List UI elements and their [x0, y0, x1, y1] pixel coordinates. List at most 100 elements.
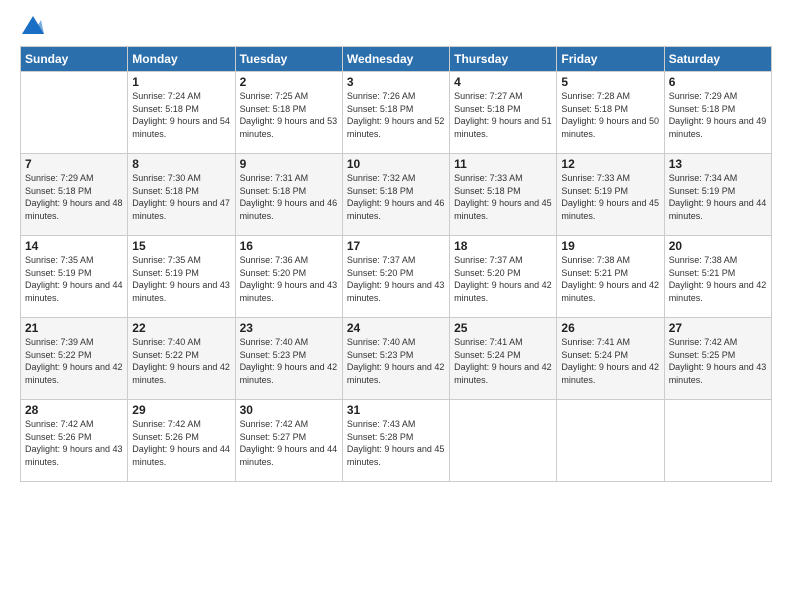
calendar-cell: 2Sunrise: 7:25 AMSunset: 5:18 PMDaylight…: [235, 72, 342, 154]
day-number: 19: [561, 239, 659, 253]
day-info: Sunrise: 7:31 AMSunset: 5:18 PMDaylight:…: [240, 172, 338, 222]
calendar-cell: 21Sunrise: 7:39 AMSunset: 5:22 PMDayligh…: [21, 318, 128, 400]
calendar-cell: 28Sunrise: 7:42 AMSunset: 5:26 PMDayligh…: [21, 400, 128, 482]
calendar-cell: 11Sunrise: 7:33 AMSunset: 5:18 PMDayligh…: [450, 154, 557, 236]
day-number: 29: [132, 403, 230, 417]
calendar-cell: 24Sunrise: 7:40 AMSunset: 5:23 PMDayligh…: [342, 318, 449, 400]
day-number: 7: [25, 157, 123, 171]
day-info: Sunrise: 7:42 AMSunset: 5:26 PMDaylight:…: [25, 418, 123, 468]
day-info: Sunrise: 7:40 AMSunset: 5:23 PMDaylight:…: [240, 336, 338, 386]
header-day-friday: Friday: [557, 47, 664, 72]
day-number: 23: [240, 321, 338, 335]
day-info: Sunrise: 7:29 AMSunset: 5:18 PMDaylight:…: [25, 172, 123, 222]
day-info: Sunrise: 7:34 AMSunset: 5:19 PMDaylight:…: [669, 172, 767, 222]
day-number: 3: [347, 75, 445, 89]
day-number: 1: [132, 75, 230, 89]
day-number: 9: [240, 157, 338, 171]
calendar-week-3: 14Sunrise: 7:35 AMSunset: 5:19 PMDayligh…: [21, 236, 772, 318]
day-info: Sunrise: 7:29 AMSunset: 5:18 PMDaylight:…: [669, 90, 767, 140]
calendar-cell: 8Sunrise: 7:30 AMSunset: 5:18 PMDaylight…: [128, 154, 235, 236]
header-day-saturday: Saturday: [664, 47, 771, 72]
calendar-week-5: 28Sunrise: 7:42 AMSunset: 5:26 PMDayligh…: [21, 400, 772, 482]
logo-icon: [22, 16, 44, 34]
calendar-cell: 13Sunrise: 7:34 AMSunset: 5:19 PMDayligh…: [664, 154, 771, 236]
day-number: 22: [132, 321, 230, 335]
day-number: 11: [454, 157, 552, 171]
day-number: 21: [25, 321, 123, 335]
day-info: Sunrise: 7:37 AMSunset: 5:20 PMDaylight:…: [347, 254, 445, 304]
calendar-week-1: 1Sunrise: 7:24 AMSunset: 5:18 PMDaylight…: [21, 72, 772, 154]
calendar-cell: 3Sunrise: 7:26 AMSunset: 5:18 PMDaylight…: [342, 72, 449, 154]
day-number: 18: [454, 239, 552, 253]
calendar-cell: 25Sunrise: 7:41 AMSunset: 5:24 PMDayligh…: [450, 318, 557, 400]
day-info: Sunrise: 7:24 AMSunset: 5:18 PMDaylight:…: [132, 90, 230, 140]
day-info: Sunrise: 7:40 AMSunset: 5:22 PMDaylight:…: [132, 336, 230, 386]
day-number: 25: [454, 321, 552, 335]
calendar-cell: [557, 400, 664, 482]
day-number: 15: [132, 239, 230, 253]
calendar-cell: 19Sunrise: 7:38 AMSunset: 5:21 PMDayligh…: [557, 236, 664, 318]
day-info: Sunrise: 7:38 AMSunset: 5:21 PMDaylight:…: [669, 254, 767, 304]
calendar-cell: [450, 400, 557, 482]
calendar-cell: 17Sunrise: 7:37 AMSunset: 5:20 PMDayligh…: [342, 236, 449, 318]
day-number: 14: [25, 239, 123, 253]
calendar-cell: [664, 400, 771, 482]
page: SundayMondayTuesdayWednesdayThursdayFrid…: [0, 0, 792, 612]
day-info: Sunrise: 7:35 AMSunset: 5:19 PMDaylight:…: [132, 254, 230, 304]
logo: [20, 18, 44, 36]
day-number: 16: [240, 239, 338, 253]
day-number: 2: [240, 75, 338, 89]
day-number: 30: [240, 403, 338, 417]
calendar-cell: 14Sunrise: 7:35 AMSunset: 5:19 PMDayligh…: [21, 236, 128, 318]
calendar-cell: 12Sunrise: 7:33 AMSunset: 5:19 PMDayligh…: [557, 154, 664, 236]
day-info: Sunrise: 7:41 AMSunset: 5:24 PMDaylight:…: [561, 336, 659, 386]
calendar-header-row: SundayMondayTuesdayWednesdayThursdayFrid…: [21, 47, 772, 72]
day-info: Sunrise: 7:39 AMSunset: 5:22 PMDaylight:…: [25, 336, 123, 386]
day-number: 31: [347, 403, 445, 417]
calendar-cell: 27Sunrise: 7:42 AMSunset: 5:25 PMDayligh…: [664, 318, 771, 400]
day-number: 10: [347, 157, 445, 171]
calendar-cell: 29Sunrise: 7:42 AMSunset: 5:26 PMDayligh…: [128, 400, 235, 482]
calendar-cell: 16Sunrise: 7:36 AMSunset: 5:20 PMDayligh…: [235, 236, 342, 318]
calendar-cell: 22Sunrise: 7:40 AMSunset: 5:22 PMDayligh…: [128, 318, 235, 400]
header-day-monday: Monday: [128, 47, 235, 72]
day-number: 6: [669, 75, 767, 89]
day-info: Sunrise: 7:37 AMSunset: 5:20 PMDaylight:…: [454, 254, 552, 304]
header-day-thursday: Thursday: [450, 47, 557, 72]
header-day-sunday: Sunday: [21, 47, 128, 72]
calendar-cell: 4Sunrise: 7:27 AMSunset: 5:18 PMDaylight…: [450, 72, 557, 154]
calendar-cell: [21, 72, 128, 154]
day-info: Sunrise: 7:25 AMSunset: 5:18 PMDaylight:…: [240, 90, 338, 140]
calendar-cell: 1Sunrise: 7:24 AMSunset: 5:18 PMDaylight…: [128, 72, 235, 154]
calendar-cell: 6Sunrise: 7:29 AMSunset: 5:18 PMDaylight…: [664, 72, 771, 154]
day-info: Sunrise: 7:26 AMSunset: 5:18 PMDaylight:…: [347, 90, 445, 140]
calendar-cell: 10Sunrise: 7:32 AMSunset: 5:18 PMDayligh…: [342, 154, 449, 236]
day-number: 5: [561, 75, 659, 89]
day-info: Sunrise: 7:28 AMSunset: 5:18 PMDaylight:…: [561, 90, 659, 140]
day-number: 13: [669, 157, 767, 171]
day-info: Sunrise: 7:38 AMSunset: 5:21 PMDaylight:…: [561, 254, 659, 304]
day-info: Sunrise: 7:36 AMSunset: 5:20 PMDaylight:…: [240, 254, 338, 304]
calendar-cell: 26Sunrise: 7:41 AMSunset: 5:24 PMDayligh…: [557, 318, 664, 400]
day-info: Sunrise: 7:35 AMSunset: 5:19 PMDaylight:…: [25, 254, 123, 304]
day-number: 24: [347, 321, 445, 335]
calendar-cell: 15Sunrise: 7:35 AMSunset: 5:19 PMDayligh…: [128, 236, 235, 318]
calendar-cell: 18Sunrise: 7:37 AMSunset: 5:20 PMDayligh…: [450, 236, 557, 318]
day-number: 27: [669, 321, 767, 335]
day-info: Sunrise: 7:32 AMSunset: 5:18 PMDaylight:…: [347, 172, 445, 222]
day-info: Sunrise: 7:27 AMSunset: 5:18 PMDaylight:…: [454, 90, 552, 140]
day-number: 8: [132, 157, 230, 171]
day-info: Sunrise: 7:40 AMSunset: 5:23 PMDaylight:…: [347, 336, 445, 386]
day-info: Sunrise: 7:30 AMSunset: 5:18 PMDaylight:…: [132, 172, 230, 222]
calendar-cell: 23Sunrise: 7:40 AMSunset: 5:23 PMDayligh…: [235, 318, 342, 400]
day-number: 20: [669, 239, 767, 253]
day-info: Sunrise: 7:33 AMSunset: 5:19 PMDaylight:…: [561, 172, 659, 222]
day-info: Sunrise: 7:43 AMSunset: 5:28 PMDaylight:…: [347, 418, 445, 468]
calendar-cell: 30Sunrise: 7:42 AMSunset: 5:27 PMDayligh…: [235, 400, 342, 482]
calendar-table: SundayMondayTuesdayWednesdayThursdayFrid…: [20, 46, 772, 482]
header: [20, 18, 772, 36]
day-info: Sunrise: 7:33 AMSunset: 5:18 PMDaylight:…: [454, 172, 552, 222]
day-number: 12: [561, 157, 659, 171]
calendar-week-2: 7Sunrise: 7:29 AMSunset: 5:18 PMDaylight…: [21, 154, 772, 236]
day-number: 4: [454, 75, 552, 89]
